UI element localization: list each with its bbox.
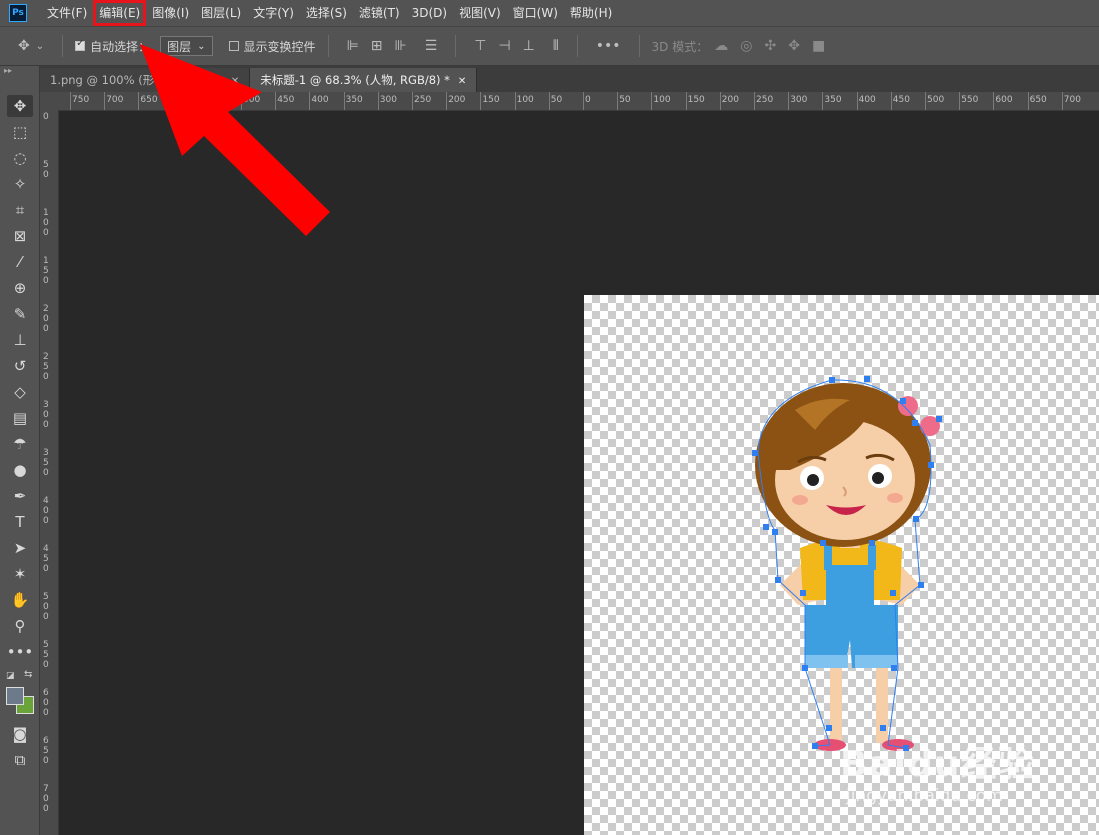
girl-character-illustration[interactable] bbox=[0, 0, 1099, 835]
baidu-watermark: Baidu经验 bbox=[840, 744, 1035, 785]
baidu-watermark-url: jingyan.baidu.com bbox=[846, 786, 1003, 806]
